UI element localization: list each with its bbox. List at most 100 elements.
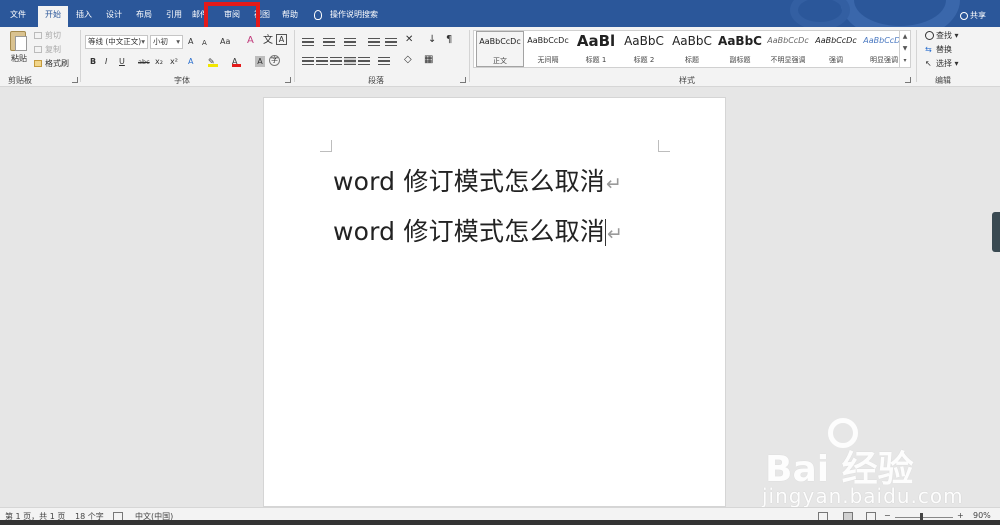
paragraph-mark: ↵ bbox=[606, 173, 623, 195]
style-title[interactable]: AaBbC 标题 bbox=[668, 31, 716, 67]
styles-launcher[interactable] bbox=[905, 77, 911, 83]
grow-font-button[interactable]: A bbox=[188, 36, 193, 48]
style-emphasis[interactable]: AaBbCcDc 强调 bbox=[812, 31, 860, 67]
tab-references[interactable]: 引用 bbox=[160, 6, 188, 27]
shrink-font-button[interactable]: A bbox=[202, 37, 207, 49]
select-label: 选择 bbox=[936, 59, 952, 68]
char-shading-icon[interactable]: A bbox=[255, 56, 265, 67]
font-size-select[interactable]: 小初 bbox=[150, 35, 183, 49]
text-caret bbox=[605, 219, 606, 246]
replace-button[interactable]: ⇆ 替换 bbox=[925, 44, 952, 55]
paragraph-launcher[interactable] bbox=[460, 77, 466, 83]
justify-icon[interactable] bbox=[344, 57, 356, 65]
text-effects-icon[interactable]: A bbox=[188, 56, 193, 68]
tab-help[interactable]: 帮助 bbox=[276, 6, 304, 27]
lightbulb-icon bbox=[314, 9, 322, 20]
increase-indent-icon[interactable] bbox=[385, 38, 397, 46]
tab-design[interactable]: 设计 bbox=[100, 6, 128, 27]
shading-icon[interactable]: ◇ bbox=[404, 54, 412, 66]
align-right-icon[interactable] bbox=[330, 57, 342, 65]
phonetic-guide-icon[interactable]: 文 bbox=[263, 35, 273, 47]
underline-button[interactable]: U bbox=[119, 56, 125, 68]
styles-gallery[interactable]: AaBbCcDc 正文 AaBbCcDc 无间隔 AaBl 标题 1 AaBbC… bbox=[473, 30, 911, 68]
tab-home[interactable]: 开始 bbox=[38, 6, 68, 27]
style-name: 副标题 bbox=[729, 56, 751, 64]
share-button[interactable]: 共享 bbox=[960, 10, 986, 21]
bold-button[interactable]: B bbox=[90, 56, 96, 68]
paste-button-label[interactable]: 粘贴 bbox=[11, 53, 27, 64]
line-spacing-icon[interactable] bbox=[378, 57, 390, 65]
header-decoration bbox=[840, 0, 960, 27]
tab-layout[interactable]: 布局 bbox=[130, 6, 158, 27]
styles-scroll[interactable]: ▲ ▼ ▾ bbox=[899, 30, 911, 68]
bullets-icon[interactable] bbox=[302, 38, 314, 46]
format-painter-label: 格式刷 bbox=[45, 59, 69, 68]
style-sample: AaBbC bbox=[718, 34, 762, 48]
zoom-in-button[interactable]: + bbox=[957, 511, 964, 520]
paragraph-mark: ↵ bbox=[607, 223, 624, 245]
style-subtitle[interactable]: AaBbC 副标题 bbox=[716, 31, 764, 67]
font-family-select[interactable]: 等线 (中文正文) bbox=[85, 35, 148, 49]
taskbar-strip bbox=[0, 520, 1000, 525]
baidu-watermark: Bai 经验 jingyan.baidu.com bbox=[745, 418, 985, 508]
line-text: word 修订模式怎么取消 bbox=[333, 217, 605, 246]
zoom-level[interactable]: 90% bbox=[973, 511, 991, 520]
zoom-out-button[interactable]: − bbox=[884, 511, 891, 520]
format-painter-button[interactable]: 格式刷 bbox=[34, 58, 69, 69]
font-launcher[interactable] bbox=[285, 77, 291, 83]
align-left-icon[interactable] bbox=[302, 57, 314, 65]
style-name: 标题 bbox=[685, 56, 699, 64]
decrease-indent-icon[interactable] bbox=[368, 38, 380, 46]
style-sample: AaBbCcDc bbox=[527, 36, 569, 45]
style-subtle-emphasis[interactable]: AaBbCcDc 不明显强调 bbox=[764, 31, 812, 67]
paintbrush-icon bbox=[34, 60, 42, 67]
document-line[interactable]: word 修订模式怎么取消↵ bbox=[333, 162, 622, 198]
style-name: 无间隔 bbox=[537, 56, 559, 64]
zoom-slider[interactable] bbox=[895, 517, 953, 518]
margin-corner-marker bbox=[320, 140, 332, 152]
find-button[interactable]: 查找 ▾ bbox=[925, 30, 959, 41]
show-marks-icon[interactable]: ¶ bbox=[446, 34, 452, 46]
font-group-label: 字体 bbox=[174, 76, 190, 85]
font-color-icon[interactable]: A bbox=[232, 56, 241, 67]
numbering-icon[interactable] bbox=[323, 38, 335, 46]
separator bbox=[80, 30, 81, 82]
select-button[interactable]: ↖ 选择 ▾ bbox=[925, 58, 959, 69]
align-center-icon[interactable] bbox=[316, 57, 328, 65]
margin-corner-marker bbox=[658, 140, 670, 152]
distributed-icon[interactable] bbox=[358, 57, 370, 65]
enclose-char-icon[interactable]: 字 bbox=[269, 55, 280, 66]
copy-label: 复制 bbox=[45, 45, 61, 54]
style-heading-2[interactable]: AaBbC 标题 2 bbox=[620, 31, 668, 67]
clipboard-launcher[interactable] bbox=[72, 77, 78, 83]
copy-button[interactable]: 复制 bbox=[34, 44, 61, 55]
highlight-color-icon[interactable]: ✎ bbox=[208, 56, 218, 67]
asian-layout-icon[interactable]: ✕ bbox=[405, 34, 413, 46]
magnifier-icon bbox=[925, 31, 934, 40]
document-page[interactable]: word 修订模式怎么取消↵ word 修订模式怎么取消 ↵ bbox=[263, 97, 726, 507]
paste-icon[interactable] bbox=[10, 31, 27, 51]
person-icon bbox=[960, 11, 968, 20]
clear-format-icon[interactable]: A bbox=[247, 35, 254, 47]
style-normal[interactable]: AaBbCcDc 正文 bbox=[476, 31, 524, 67]
change-case-button[interactable]: Aa bbox=[220, 36, 230, 48]
borders-icon[interactable]: ▦ bbox=[424, 54, 433, 66]
tell-me-label: 操作说明搜索 bbox=[330, 10, 378, 19]
italic-button[interactable]: I bbox=[105, 56, 107, 68]
superscript-button[interactable]: x² bbox=[170, 56, 178, 68]
tab-file[interactable]: 文件 bbox=[4, 6, 32, 27]
style-sample: AaBbC bbox=[672, 34, 712, 48]
style-no-spacing[interactable]: AaBbCcDc 无间隔 bbox=[524, 31, 572, 67]
sort-icon[interactable]: ↓ bbox=[428, 34, 436, 46]
header-decoration-small bbox=[790, 0, 850, 27]
side-panel-handle[interactable] bbox=[992, 212, 1000, 252]
char-border-icon[interactable]: A bbox=[276, 34, 287, 45]
multilevel-list-icon[interactable] bbox=[344, 38, 356, 46]
document-line[interactable]: word 修订模式怎么取消↵ bbox=[333, 212, 623, 248]
strikethrough-button[interactable]: abc bbox=[138, 56, 150, 68]
tell-me-search[interactable]: 操作说明搜索 bbox=[314, 6, 378, 24]
tab-insert[interactable]: 插入 bbox=[70, 6, 98, 27]
cut-button[interactable]: 剪切 bbox=[34, 30, 61, 41]
subscript-button[interactable]: x₂ bbox=[155, 56, 163, 68]
style-heading-1[interactable]: AaBl 标题 1 bbox=[572, 31, 620, 67]
